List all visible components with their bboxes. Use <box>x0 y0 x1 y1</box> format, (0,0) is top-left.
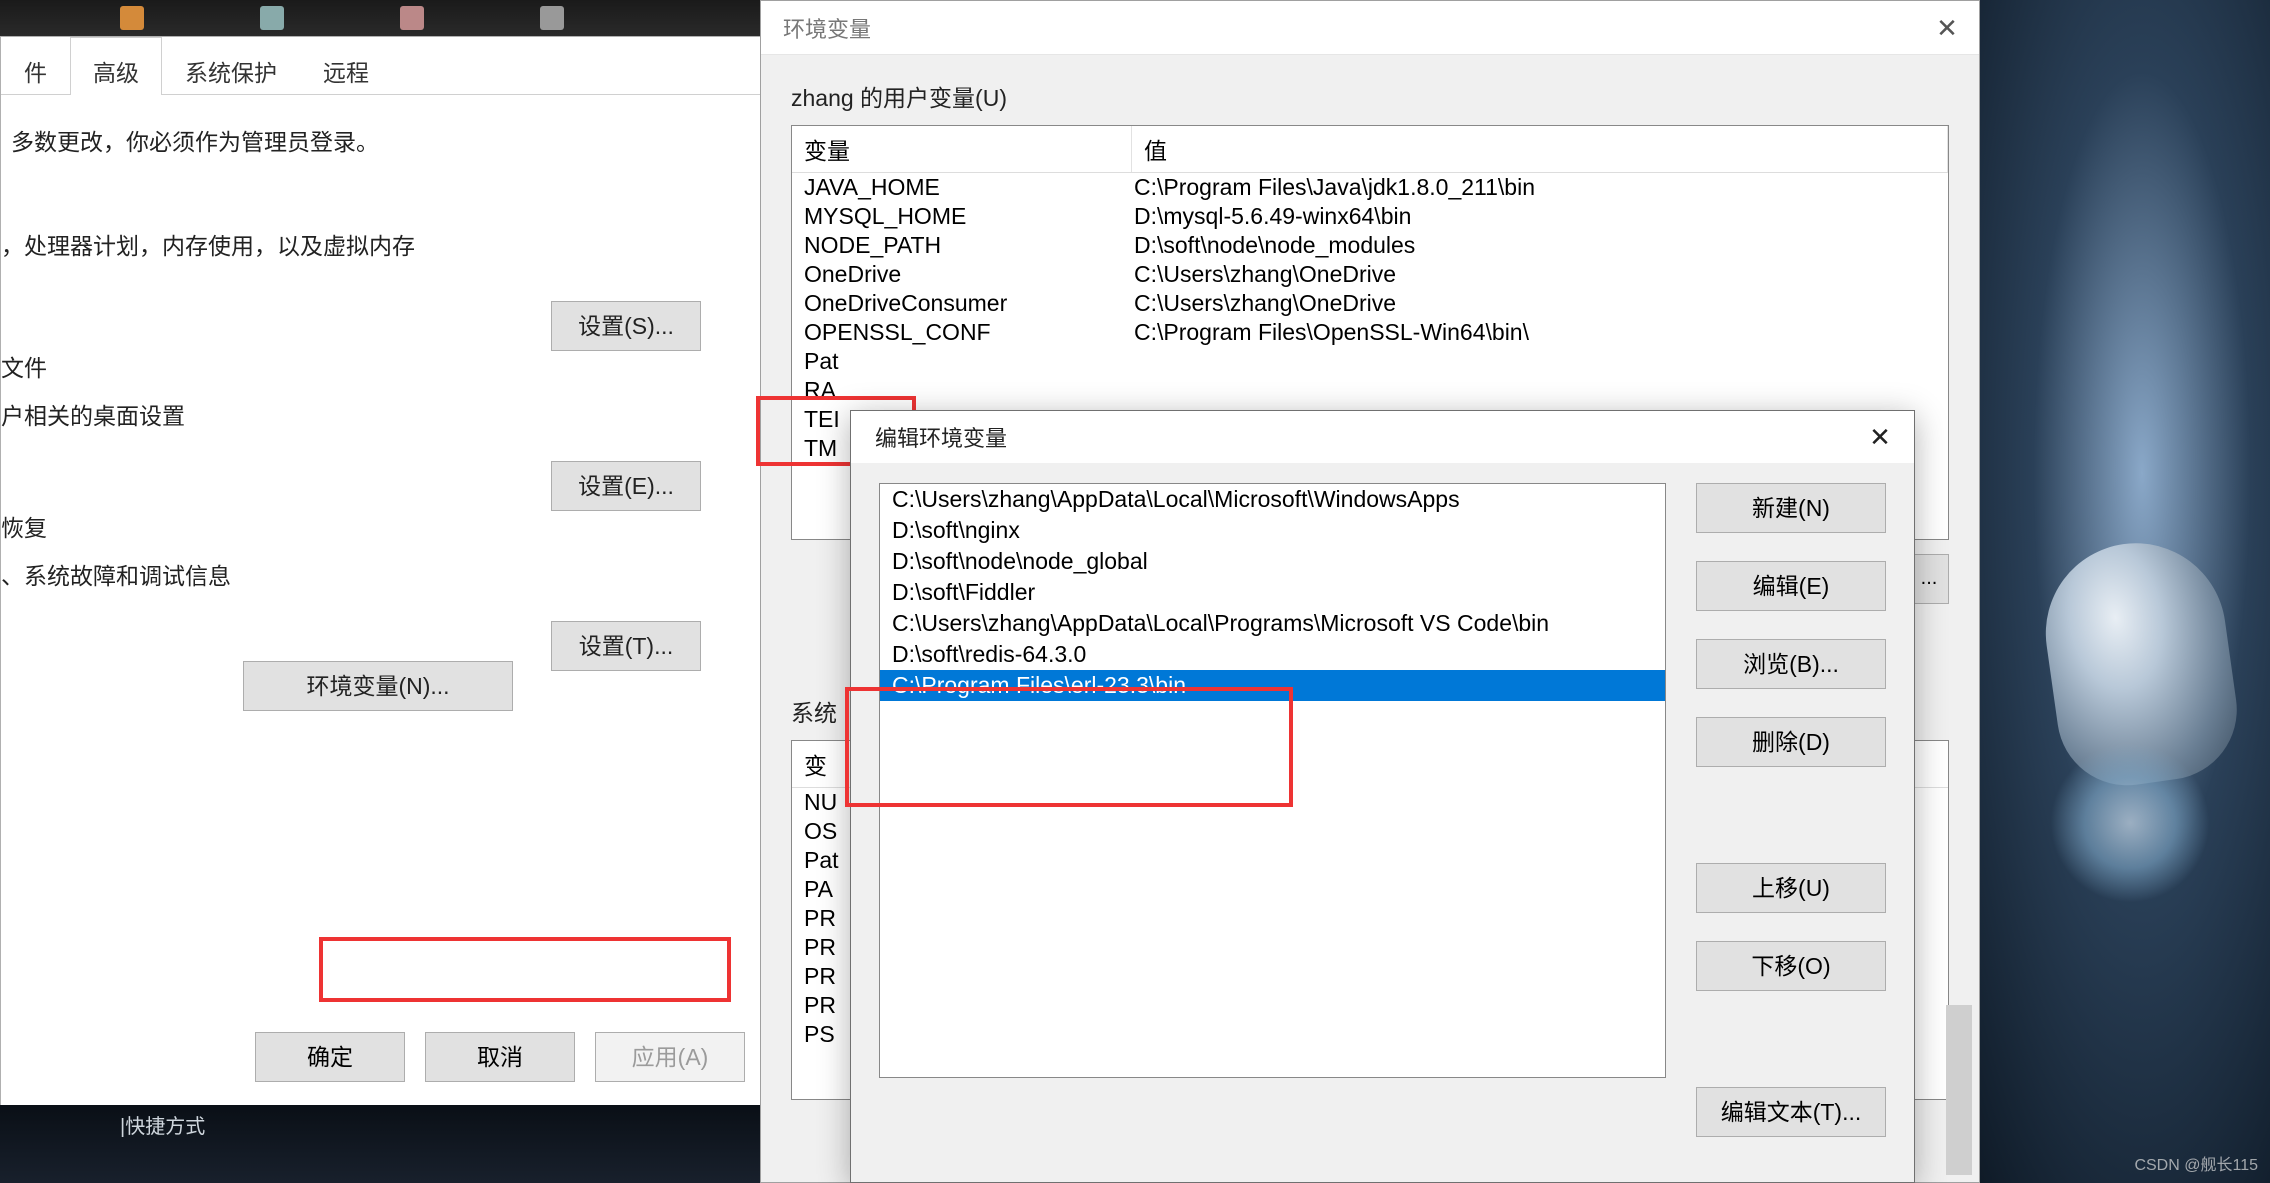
list-item[interactable]: C:\Users\zhang\AppData\Local\Programs\Mi… <box>880 608 1665 639</box>
profile-note: 户相关的桌面设置 <box>1 397 739 431</box>
var-name: NODE_PATH <box>792 232 1132 259</box>
var-name: PA <box>792 876 852 903</box>
var-name: Pat <box>792 847 852 874</box>
table-row[interactable]: OneDriveC:\Users\zhang\OneDrive <box>792 260 1948 289</box>
col-value[interactable]: 值 <box>1132 126 1948 172</box>
apply-button: 应用(A) <box>595 1032 745 1082</box>
table-header-row: 变量 值 <box>792 126 1948 173</box>
cancel-button[interactable]: 取消 <box>425 1032 575 1082</box>
move-up-button[interactable]: 上移(U) <box>1696 863 1886 913</box>
user-vars-label: zhang 的用户变量(U) <box>791 79 1979 113</box>
tab-system-protection[interactable]: 系统保护 <box>162 37 300 95</box>
list-item[interactable]: D:\soft\redis-64.3.0 <box>880 639 1665 670</box>
thumb-icon <box>120 6 144 30</box>
sysprops-tabs: 件 高级 系统保护 远程 <box>1 37 769 95</box>
var-name: PR <box>792 905 852 932</box>
var-name: PR <box>792 934 852 961</box>
profile-title: 文件 <box>1 349 739 383</box>
env-vars-button[interactable]: 环境变量(N)... <box>243 661 513 711</box>
new-button[interactable]: 新建(N) <box>1696 483 1886 533</box>
var-name: PS <box>792 1021 852 1048</box>
var-name: NU <box>792 789 852 816</box>
table-row[interactable]: OPENSSL_CONFC:\Program Files\OpenSSL-Win… <box>792 318 1948 347</box>
list-item[interactable]: D:\soft\nginx <box>880 515 1665 546</box>
edit-button-col: 新建(N) 编辑(E) 浏览(B)... 删除(D) 上移(U) 下移(O) 编… <box>1696 483 1886 1137</box>
var-name: OneDrive <box>792 261 1132 288</box>
table-row[interactable]: OneDriveConsumerC:\Users\zhang\OneDrive <box>792 289 1948 318</box>
sysprops-ok-row: 确定 取消 应用(A) <box>255 1032 745 1082</box>
startup-settings-button[interactable]: 设置(T)... <box>551 621 701 671</box>
wallpaper-glow <box>2050 743 2210 903</box>
edit-text-button[interactable]: 编辑文本(T)... <box>1696 1087 1886 1137</box>
annotation-red-box <box>319 937 731 1002</box>
var-name: PR <box>792 963 852 990</box>
var-value: C:\Users\zhang\OneDrive <box>1132 290 1948 317</box>
thumb-icon <box>260 6 284 30</box>
watermark: CSDN @舰长115 <box>2134 1151 2258 1175</box>
list-item[interactable]: C:\Users\zhang\AppData\Local\Microsoft\W… <box>880 484 1665 515</box>
var-name: OneDriveConsumer <box>792 290 1132 317</box>
var-name: PR <box>792 992 852 1019</box>
col-variable[interactable]: 变量 <box>792 126 1132 172</box>
table-row[interactable]: RA <box>792 376 1948 405</box>
var-name: RA <box>792 377 1132 404</box>
list-item[interactable]: C:\Program Files\erl-23.3\bin <box>880 670 1665 701</box>
var-name: OPENSSL_CONF <box>792 319 1132 346</box>
admin-note: 多数更改，你必须作为管理员登录。 <box>11 123 739 157</box>
perf-settings-button[interactable]: 设置(S)... <box>551 301 701 351</box>
more-button[interactable]: ... <box>1909 554 1949 604</box>
tab-hardware[interactable]: 件 <box>1 37 70 95</box>
var-value: D:\soft\node\node_modules <box>1132 232 1948 259</box>
startup-note: 、系统故障和调试信息 <box>1 557 739 591</box>
var-name: Pat <box>792 348 1132 375</box>
thumb-icon <box>400 6 424 30</box>
perf-note: ，处理器计划，内存使用，以及虚拟内存 <box>1 227 739 261</box>
close-icon[interactable]: ✕ <box>1917 8 1977 48</box>
list-item[interactable]: D:\soft\node\node_global <box>880 546 1665 577</box>
scrollbar-thumb[interactable] <box>1946 1005 1972 1175</box>
desktop-wallpaper <box>1950 0 2270 1183</box>
ok-button[interactable]: 确定 <box>255 1032 405 1082</box>
system-properties-window: 件 高级 系统保护 远程 多数更改，你必须作为管理员登录。 ，处理器计划，内存使… <box>0 36 770 1111</box>
edit-env-var-dialog: 编辑环境变量 ✕ C:\Users\zhang\AppData\Local\Mi… <box>850 410 1915 1183</box>
env-titlebar[interactable]: 环境变量 ✕ <box>761 1 1979 55</box>
path-listbox[interactable]: C:\Users\zhang\AppData\Local\Microsoft\W… <box>879 483 1666 1078</box>
delete-button[interactable]: 删除(D) <box>1696 717 1886 767</box>
var-name: JAVA_HOME <box>792 174 1132 201</box>
var-value: C:\Program Files\Java\jdk1.8.0_211\bin <box>1132 174 1948 201</box>
shortcut-label: |快捷方式 <box>120 1110 205 1139</box>
startup-title: 恢复 <box>1 509 739 543</box>
taskbar-fragment-top <box>0 0 800 36</box>
edit-body: C:\Users\zhang\AppData\Local\Microsoft\W… <box>851 463 1914 1137</box>
var-value: D:\mysql-5.6.49-winx64\bin <box>1132 203 1948 230</box>
table-row[interactable]: NODE_PATHD:\soft\node\node_modules <box>792 231 1948 260</box>
tab-advanced[interactable]: 高级 <box>70 37 162 95</box>
var-name: MYSQL_HOME <box>792 203 1132 230</box>
table-row[interactable]: MYSQL_HOMED:\mysql-5.6.49-winx64\bin <box>792 202 1948 231</box>
table-row[interactable]: Pat <box>792 347 1948 376</box>
browse-button[interactable]: 浏览(B)... <box>1696 639 1886 689</box>
col-variable[interactable]: 变 <box>792 741 852 787</box>
thumb-icon <box>540 6 564 30</box>
var-value <box>1132 348 1948 375</box>
var-name: OS <box>792 818 852 845</box>
var-value <box>1132 377 1948 404</box>
env-title: 环境变量 <box>783 12 871 44</box>
profile-settings-button[interactable]: 设置(E)... <box>551 461 701 511</box>
sysprops-body: 多数更改，你必须作为管理员登录。 ，处理器计划，内存使用，以及虚拟内存 设置(S… <box>1 95 769 661</box>
move-down-button[interactable]: 下移(O) <box>1696 941 1886 991</box>
var-value: C:\Program Files\OpenSSL-Win64\bin\ <box>1132 319 1948 346</box>
tab-remote[interactable]: 远程 <box>300 37 392 95</box>
close-icon[interactable]: ✕ <box>1850 417 1910 457</box>
edit-titlebar[interactable]: 编辑环境变量 ✕ <box>851 411 1914 463</box>
edit-button[interactable]: 编辑(E) <box>1696 561 1886 611</box>
list-item[interactable]: D:\soft\Fiddler <box>880 577 1665 608</box>
var-value: C:\Users\zhang\OneDrive <box>1132 261 1948 288</box>
table-row[interactable]: JAVA_HOMEC:\Program Files\Java\jdk1.8.0_… <box>792 173 1948 202</box>
edit-title: 编辑环境变量 <box>875 421 1007 453</box>
